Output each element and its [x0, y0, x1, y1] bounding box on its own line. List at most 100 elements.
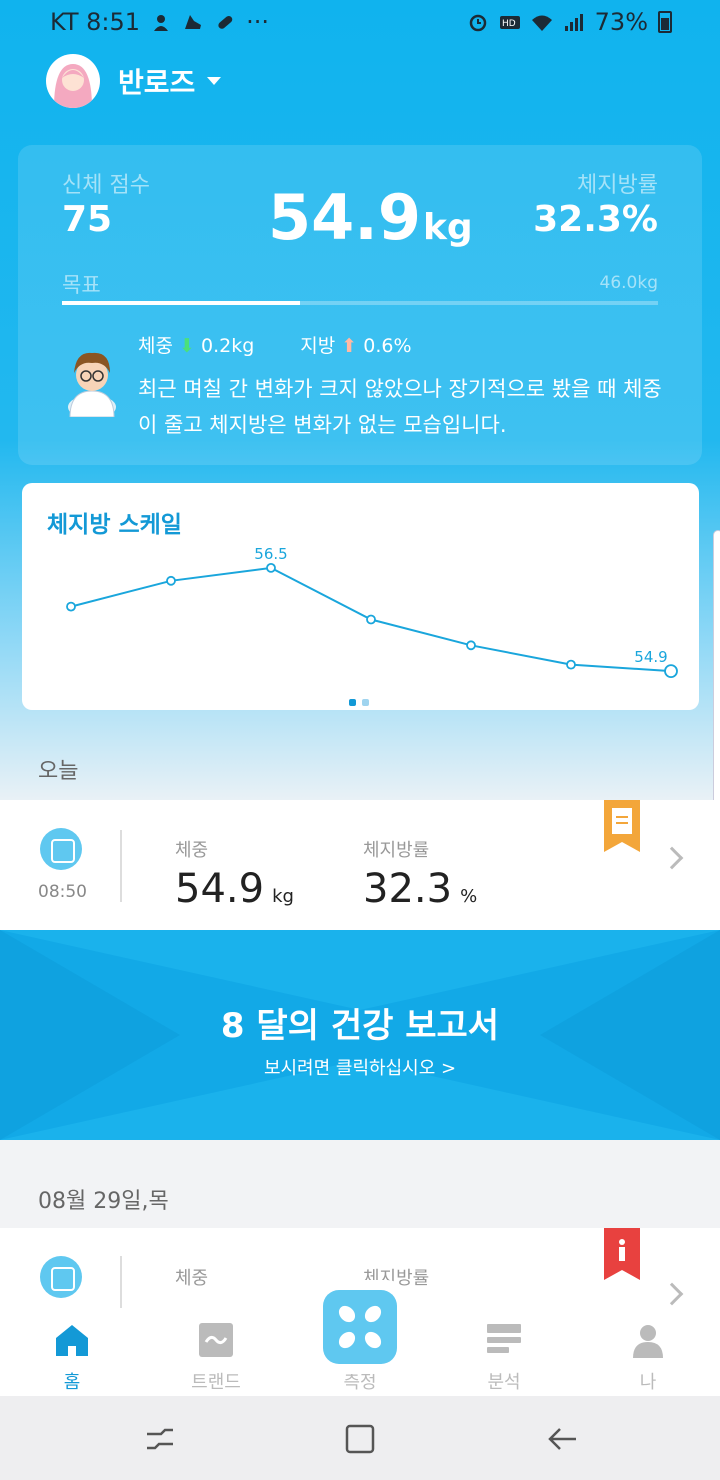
- app-notification-icon: [154, 15, 169, 31]
- weight-display: 54.9kg: [268, 181, 473, 254]
- pill-icon: [218, 15, 233, 29]
- body-score-label: 신체 점수: [62, 173, 150, 198]
- data-point: [266, 563, 276, 573]
- recent-apps-icon[interactable]: [143, 1422, 177, 1456]
- weight-change-label: 체중: [138, 335, 173, 357]
- scale-icon: [40, 828, 82, 870]
- data-point: [664, 664, 678, 679]
- goal-value: 46.0kg: [599, 273, 659, 293]
- page-dot: [362, 699, 369, 706]
- status-right: HD 73%: [467, 8, 672, 36]
- change-summary: 체중 ⬇ 0.2kg 지방 ⬆ 0.6%: [138, 331, 412, 358]
- side-scroll-handle[interactable]: [713, 530, 720, 820]
- alarm-icon: [469, 14, 486, 32]
- summary-card: 신체 점수 75 54.9kg 체지방률 32.3% 목표 46.0kg 체중 …: [18, 145, 702, 465]
- data-point: [366, 614, 376, 625]
- nav-me-label: 나: [639, 1372, 657, 1393]
- avatar-icon: [54, 64, 92, 108]
- data-point: [66, 601, 76, 612]
- doctor-avatar-icon: [68, 352, 116, 417]
- date-label: 08월 29일,목: [38, 1189, 169, 1214]
- fat-label: 체지방률: [363, 840, 430, 861]
- nav-trend-label: 트랜드: [191, 1372, 241, 1393]
- bookmark-orange-icon: [604, 800, 640, 852]
- nav-home-label: 홈: [63, 1372, 81, 1393]
- body-fat-chart-card[interactable]: 체지방 스케일 56.5 54.9: [22, 483, 699, 710]
- fat-change-value: 0.6%: [363, 335, 412, 357]
- hd-voice-icon: HD: [499, 16, 520, 29]
- scale-icon: [40, 1256, 82, 1298]
- line-chart: 56.5 54.9: [66, 545, 678, 679]
- data-label: 54.9: [634, 648, 667, 666]
- page-indicator: [349, 699, 369, 706]
- fat-change-label: 지방: [300, 335, 336, 357]
- weight-measure: 54.9 kg: [175, 866, 294, 912]
- divider: [120, 830, 122, 902]
- scale-feet-icon: [338, 1305, 382, 1349]
- page-dot-active: [349, 699, 356, 706]
- weight-unit: kg: [422, 207, 473, 248]
- weight-change-value: 0.2kg: [200, 335, 255, 357]
- fat-change: 지방 ⬆ 0.6%: [300, 331, 411, 358]
- svg-text:HD: HD: [502, 19, 516, 29]
- shoe-icon: [185, 15, 202, 29]
- summary-message: 최근 며칠 간 변화가 크지 않았으나 장기적으로 봤을 때 체중이 줄고 체지…: [138, 377, 662, 437]
- body-score-value: 75: [62, 199, 113, 240]
- weight-measure-value: 54.9: [175, 866, 265, 912]
- nav-analysis-label: 분석: [487, 1372, 521, 1393]
- divider: [120, 1256, 122, 1308]
- banner-title: 8 달의 건강 보고서: [220, 1006, 500, 1046]
- measurement-time: 08:50: [38, 882, 87, 902]
- analysis-icon: [487, 1324, 521, 1353]
- back-icon[interactable]: [546, 1422, 580, 1456]
- trend-icon: [199, 1323, 233, 1357]
- battery-icon: [658, 11, 672, 33]
- goal-label: 목표: [62, 273, 101, 297]
- signal-icon: [564, 14, 583, 31]
- weight-measure-unit: kg: [272, 886, 294, 907]
- data-label: 56.5: [254, 545, 287, 563]
- weight-value: 54.9: [268, 181, 421, 254]
- data-point: [466, 640, 476, 651]
- bookmark-red-icon: [604, 1228, 640, 1280]
- health-report-banner[interactable]: 8 달의 건강 보고서 보시려면 클릭하십시오 >: [0, 930, 720, 1140]
- weight-label: 체중: [175, 840, 209, 861]
- scale-measure-icon: [323, 1290, 397, 1364]
- nav-me[interactable]: 나: [576, 1308, 720, 1396]
- battery-percent: 73%: [594, 8, 648, 36]
- chevron-right-icon[interactable]: [660, 846, 684, 870]
- nav-analysis[interactable]: 분석: [432, 1308, 576, 1396]
- measure-button[interactable]: [313, 1280, 407, 1374]
- status-bar: KT 8:51 ··· HD 73%: [0, 0, 720, 44]
- home-button-icon[interactable]: [343, 1422, 377, 1456]
- fat-measure: 32.3%: [363, 866, 477, 912]
- more-notifications: ···: [246, 8, 269, 36]
- goal-progress-fill: [62, 301, 301, 305]
- nav-home[interactable]: 홈: [0, 1308, 144, 1396]
- profile-selector[interactable]: 반로즈: [46, 54, 222, 108]
- carrier-time: KT 8:51: [50, 8, 141, 36]
- body-fat-label: 체지방률: [577, 173, 658, 198]
- status-left: KT 8:51 ···: [50, 8, 269, 36]
- home-icon: [56, 1325, 88, 1356]
- today-measurement-row[interactable]: 08:50 체중 54.9 kg 체지방률 32.3%: [0, 800, 720, 930]
- chevron-down-icon: [207, 77, 222, 85]
- goal-progress-bar: [62, 301, 658, 305]
- wifi-icon: [531, 15, 552, 31]
- today-label: 오늘: [38, 759, 79, 784]
- arrow-up-icon: ⬆: [341, 335, 364, 357]
- person-icon: [633, 1325, 663, 1358]
- chevron-right-icon[interactable]: [660, 1282, 684, 1306]
- avatar: [46, 54, 100, 108]
- data-point: [566, 659, 576, 670]
- arrow-down-icon: ⬇: [179, 335, 201, 357]
- body-fat-value: 32.3%: [533, 199, 658, 240]
- nav-trend[interactable]: 트랜드: [144, 1308, 288, 1396]
- banner-subtitle[interactable]: 보시려면 클릭하십시오 >: [0, 1054, 720, 1080]
- system-navigation-bar: [0, 1396, 720, 1480]
- data-point: [166, 575, 176, 586]
- prev-weight-label: 체중: [175, 1268, 209, 1289]
- weight-change: 체중 ⬇ 0.2kg: [138, 331, 254, 358]
- profile-name: 반로즈: [118, 66, 196, 99]
- fat-measure-value: 32.3: [363, 866, 453, 912]
